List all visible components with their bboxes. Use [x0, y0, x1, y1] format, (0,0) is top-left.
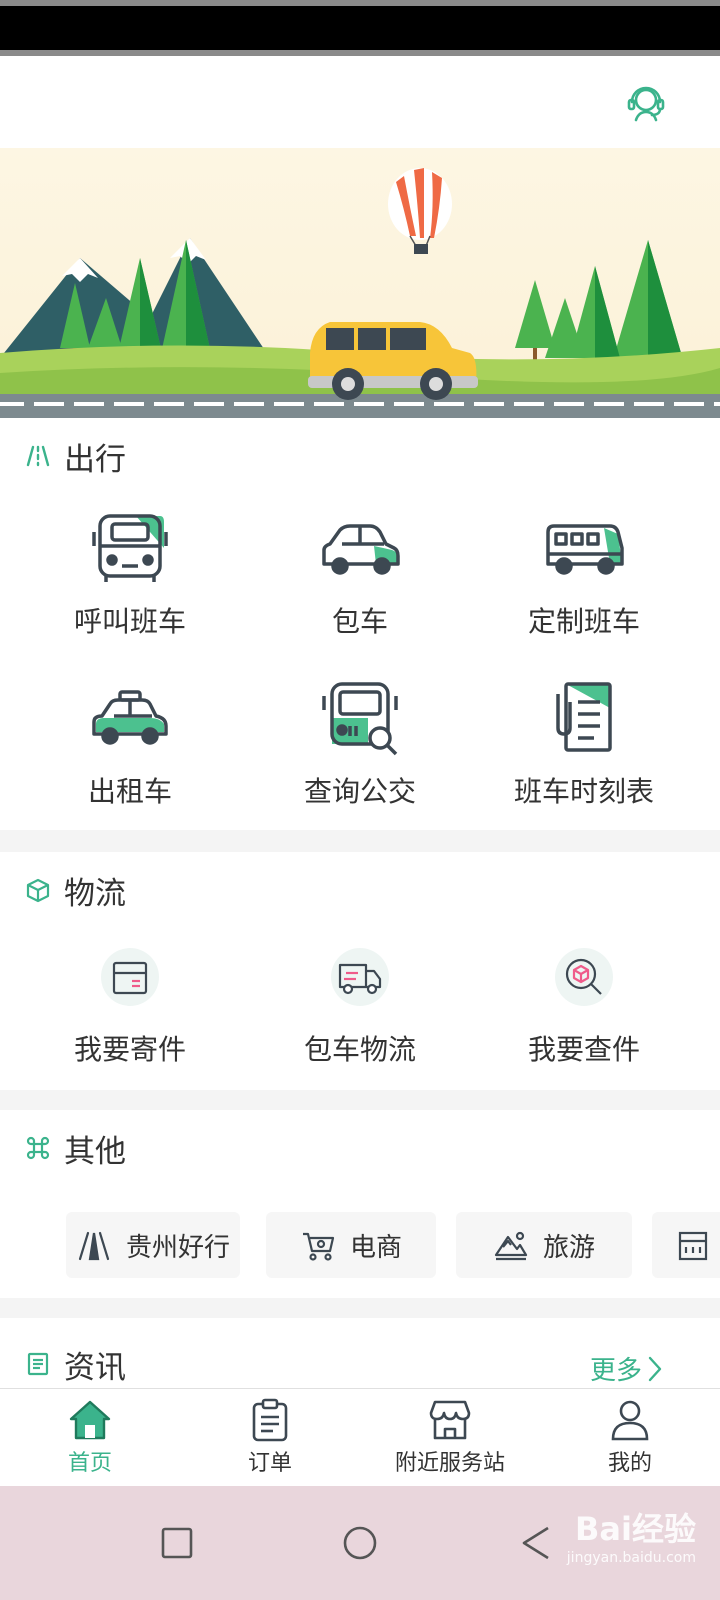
- logistics-section: 物流 我要寄件 包车物流 我要查件: [0, 852, 720, 1090]
- grid-item-taxi[interactable]: 出租车: [10, 678, 250, 810]
- recents-square-icon[interactable]: [152, 1518, 202, 1568]
- parcel-icon: [101, 948, 159, 1006]
- chip-label: 贵州好行: [125, 1232, 230, 1263]
- logistics-item-label: 我要查件: [527, 1033, 640, 1066]
- watermark-main: Bai经验: [575, 1510, 696, 1548]
- coach-icon: [544, 508, 624, 588]
- section-title: 物流: [64, 875, 126, 912]
- tab-label: 订单: [247, 1451, 292, 1476]
- bus-search-icon: [320, 678, 400, 758]
- section-header-logistics: 物流: [24, 870, 126, 912]
- tab-label: 我的: [607, 1451, 652, 1476]
- tab-label: 首页: [67, 1451, 112, 1476]
- news-icon: [24, 1350, 52, 1378]
- top-bar: [0, 56, 720, 148]
- chip-ecommerce[interactable]: 电商: [266, 1212, 436, 1278]
- store-icon: [427, 1397, 473, 1443]
- chip-partial[interactable]: [652, 1212, 720, 1278]
- bus-icon: [90, 508, 170, 588]
- logistics-item-label: 包车物流: [303, 1033, 416, 1066]
- watermark: Bai经验 jingyan.baidu.com: [567, 1504, 696, 1566]
- more-link[interactable]: 更多: [590, 1350, 664, 1387]
- headset-icon[interactable]: [622, 78, 670, 126]
- tab-nearby-stations[interactable]: 附近服务站: [360, 1397, 540, 1477]
- tab-profile[interactable]: 我的: [540, 1397, 720, 1477]
- tab-home[interactable]: 首页: [0, 1397, 180, 1477]
- travel-section: 出行 呼叫班车 包车 定制班车 出租车 查询公交 班车时刻表: [0, 418, 720, 830]
- watermark-sub: jingyan.baidu.com: [566, 1550, 696, 1566]
- cart-icon: [300, 1227, 336, 1263]
- grid-item-label: 包车: [331, 605, 388, 638]
- home-icon: [67, 1397, 113, 1443]
- status-bar: [0, 0, 720, 56]
- section-header-travel: 出行: [24, 436, 126, 478]
- truck-icon: [331, 948, 389, 1006]
- chip-label: 电商: [349, 1232, 402, 1263]
- logistics-item-label: 我要寄件: [73, 1033, 186, 1066]
- bottom-tab-bar: 首页 订单 附近服务站 我的: [0, 1388, 720, 1487]
- back-triangle-icon[interactable]: [512, 1518, 562, 1568]
- chip-guizhou[interactable]: 贵州好行: [66, 1212, 240, 1278]
- timetable-icon: [544, 678, 624, 758]
- clipboard-icon: [247, 1397, 293, 1443]
- logistics-item-charter[interactable]: 包车物流: [240, 948, 480, 1068]
- user-icon: [607, 1397, 653, 1443]
- grid-item-label: 定制班车: [527, 605, 640, 638]
- chevron-right-icon: [646, 1355, 664, 1383]
- home-circle-icon[interactable]: [335, 1518, 385, 1568]
- grid-item-charter-car[interactable]: 包车: [240, 508, 480, 640]
- grid-item-bus-query[interactable]: 查询公交: [240, 678, 480, 810]
- grid-item-custom-bus[interactable]: 定制班车: [464, 508, 704, 640]
- command-icon: [24, 1134, 52, 1162]
- car-icon: [320, 508, 400, 588]
- tab-label: 附近服务站: [394, 1451, 505, 1476]
- cube-icon: [24, 876, 52, 904]
- mountain-icon: [493, 1227, 529, 1263]
- tab-orders[interactable]: 订单: [180, 1397, 360, 1477]
- section-header-other: 其他: [24, 1128, 126, 1170]
- more-label: 更多: [589, 1356, 642, 1386]
- logistics-item-track[interactable]: 我要查件: [464, 948, 704, 1068]
- hero-banner[interactable]: [0, 148, 720, 418]
- section-header-news: 资讯: [24, 1344, 126, 1386]
- grid-item-label: 查询公交: [303, 775, 416, 808]
- grid-item-label: 出租车: [87, 775, 172, 808]
- road-icon: [76, 1227, 112, 1263]
- chip-travel[interactable]: 旅游: [456, 1212, 632, 1278]
- chip-label: 旅游: [542, 1232, 595, 1263]
- taxi-icon: [90, 678, 170, 758]
- parcel-search-icon: [555, 948, 613, 1006]
- section-title: 出行: [64, 441, 126, 478]
- system-nav-bar: Bai经验 jingyan.baidu.com: [0, 1486, 720, 1600]
- grid-item-call-bus[interactable]: 呼叫班车: [10, 508, 250, 640]
- section-title: 其他: [64, 1133, 126, 1170]
- section-title: 资讯: [64, 1349, 126, 1386]
- other-section: 其他 贵州好行 电商 旅游: [0, 1110, 720, 1298]
- logistics-item-send[interactable]: 我要寄件: [10, 948, 250, 1068]
- road-lines-icon: [24, 442, 52, 470]
- grid-item-label: 呼叫班车: [73, 605, 186, 638]
- news-section: 资讯 更多: [0, 1318, 720, 1388]
- building-icon: [676, 1227, 712, 1263]
- grid-item-label: 班车时刻表: [513, 775, 654, 808]
- grid-item-timetable[interactable]: 班车时刻表: [464, 678, 704, 810]
